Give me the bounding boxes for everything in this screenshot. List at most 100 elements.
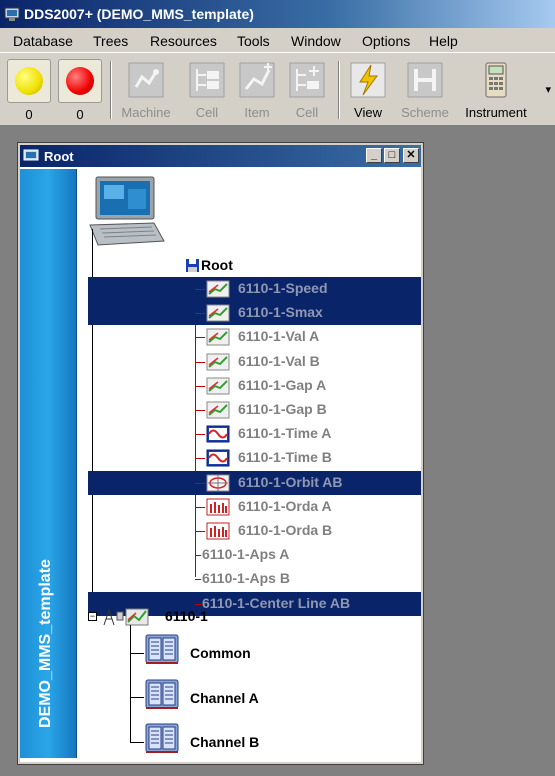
cell-node-label: Channel B (190, 734, 260, 750)
lightning-icon (350, 62, 386, 98)
tree-connector (195, 362, 205, 363)
item-button[interactable]: Item (228, 59, 286, 123)
tree-point-label: 6110-1-Gap A (238, 377, 327, 393)
tree-point-item[interactable]: 6110-1-Aps B (88, 567, 421, 591)
toolbar-overflow-icon[interactable]: ▾ (545, 83, 551, 96)
root-window: Root _ □ ✕ DEMO_MMS_template Root 6110-1… (17, 142, 424, 765)
view-button[interactable]: View (344, 59, 392, 123)
cell-add-icon (289, 62, 325, 98)
machine-node-icon (103, 608, 149, 626)
machine-button[interactable]: Machine (116, 59, 176, 123)
item-icon (239, 62, 275, 98)
cell-book-icon (145, 634, 179, 664)
tree-connector (195, 604, 201, 605)
toolbar: 0 0 Machine Cell Item Cell View Scheme I… (0, 52, 555, 126)
tree-point-label: 6110-1-Orbit AB (238, 474, 343, 490)
tree-connector (195, 555, 201, 556)
computer-icon (89, 176, 165, 246)
instrument-icon (485, 62, 507, 98)
red-counter: 0 (76, 107, 84, 122)
maximize-icon: □ (388, 149, 396, 161)
machine-node-label: 6110-1 (165, 608, 208, 624)
maximize-button[interactable]: □ (384, 148, 400, 163)
toolbar-separator (110, 61, 112, 119)
waveform-icon (206, 425, 230, 443)
menu-options[interactable]: Options (362, 33, 410, 49)
minimize-icon: _ (370, 149, 378, 161)
tree-point-item[interactable]: 6110-1-Time B (88, 446, 421, 470)
tree-point-item[interactable]: 6110-1-Gap A (88, 374, 421, 398)
menu-tools[interactable]: Tools (237, 33, 270, 49)
machine-label: Machine (121, 105, 171, 120)
view-label: View (354, 105, 382, 120)
tree-connector (195, 313, 205, 314)
scheme-button[interactable]: Scheme (397, 59, 453, 123)
cell-book-icon (145, 679, 179, 709)
cell-add-button[interactable]: Cell (282, 59, 332, 123)
minimize-button[interactable]: _ (366, 148, 382, 163)
machine-icon (128, 62, 164, 98)
tree-point-item[interactable]: 6110-1-Orda B (88, 519, 421, 543)
tree-point-label: 6110-1-Aps A (202, 546, 290, 562)
toolbar-separator (338, 61, 340, 119)
menu-database[interactable]: Database (13, 33, 73, 49)
menu-trees[interactable]: Trees (93, 33, 128, 49)
tree-connector (130, 653, 144, 654)
trend-icon (206, 377, 230, 395)
tree-point-item[interactable]: 6110-1-Val B (88, 350, 421, 374)
close-button[interactable]: ✕ (403, 148, 419, 163)
tree-point-item[interactable]: 6110-1-Aps A (88, 543, 421, 567)
yellow-counter: 0 (25, 107, 33, 122)
tree-point-label: 6110-1-Val A (238, 328, 320, 344)
scheme-label: Scheme (401, 105, 449, 120)
tree-point-item[interactable]: 6110-1-Time A (88, 422, 421, 446)
waveform-icon (206, 449, 230, 467)
orbit-icon (206, 474, 230, 492)
trend-icon (206, 304, 230, 322)
scheme-icon (407, 62, 443, 98)
tree-connector (195, 410, 205, 411)
menu-help[interactable]: Help (429, 33, 458, 49)
cell-node-common[interactable]: Common (144, 631, 364, 667)
menu-resources[interactable]: Resources (150, 33, 217, 49)
tree-point-item[interactable]: 6110-1-Val A (88, 325, 421, 349)
tree-point-label: 6110-1-Speed (238, 280, 328, 296)
tree-point-item[interactable]: 6110-1-Smax (88, 301, 421, 325)
root-node-label: Root (201, 257, 233, 273)
tree-connector (195, 579, 201, 580)
root-window-titlebar[interactable]: Root _ □ ✕ (20, 145, 421, 167)
cell-node-label: Channel A (190, 690, 259, 706)
trend-icon (206, 328, 230, 346)
trend-icon (206, 401, 230, 419)
tree-point-item[interactable]: 6110-1-Orbit AB (88, 471, 421, 495)
instrument-button[interactable]: Instrument (458, 59, 534, 123)
machine-node[interactable]: − 6110-1 (88, 607, 288, 627)
tree-point-label: 6110-1-Val B (238, 353, 320, 369)
cell-node-channel-b[interactable]: Channel B (144, 720, 364, 756)
red-status-button[interactable] (58, 59, 102, 103)
app-titlebar[interactable]: DDS2007+ (DEMO_MMS_template) (0, 0, 555, 28)
tree-point-item[interactable]: 6110-1-Gap B (88, 398, 421, 422)
tree-connector (195, 458, 205, 459)
close-icon: ✕ (406, 149, 416, 161)
menu-window[interactable]: Window (291, 33, 341, 49)
template-banner-text: DEMO_MMS_template (37, 559, 54, 728)
tree-connector (195, 289, 205, 290)
spectrum-icon (206, 522, 230, 540)
tree-point-label: 6110-1-Smax (238, 304, 323, 320)
app-icon (4, 7, 20, 21)
tree-point-label: 6110-1-Gap B (238, 401, 327, 417)
trend-icon (206, 353, 230, 371)
tree-point-label: 6110-1-Time B (238, 449, 332, 465)
cell-node-label: Common (190, 645, 251, 661)
yellow-status-button[interactable] (7, 59, 51, 103)
tree-connector (130, 625, 131, 743)
spectrum-icon (206, 498, 230, 516)
tree-view: Root 6110-1-Speed 6110-1-Smax 6110-1-Val A… (78, 169, 421, 762)
collapse-toggle-icon[interactable]: − (88, 612, 97, 621)
cell-node-channel-a[interactable]: Channel A (144, 676, 364, 712)
tree-point-item[interactable]: 6110-1-Speed (88, 277, 421, 301)
tree-point-item[interactable]: 6110-1-Orda A (88, 495, 421, 519)
tree-connector (130, 742, 144, 743)
cell-book-icon (145, 723, 179, 753)
